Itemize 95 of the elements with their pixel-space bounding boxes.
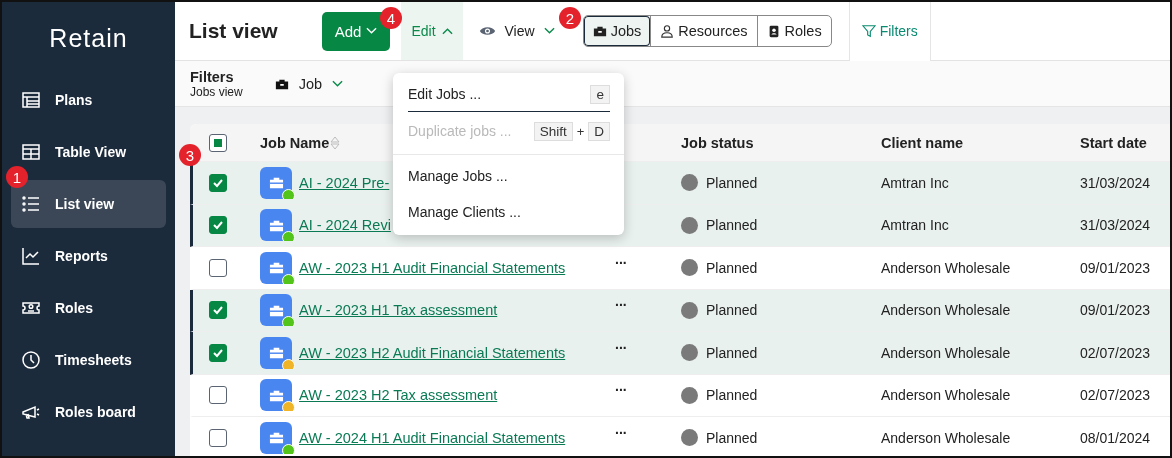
client-name: Amtran Inc	[881, 217, 949, 234]
menu-item[interactable]: Edit Jobs ... e	[408, 77, 610, 112]
status-text: Planned	[706, 259, 758, 276]
job-link[interactable]: AW - 2023 H2 Tax assessment	[299, 387, 498, 404]
row-checkbox[interactable]	[208, 216, 227, 235]
row-checkbox[interactable]	[208, 301, 227, 320]
chevron-icon	[543, 27, 555, 35]
logo: Retain	[49, 23, 128, 54]
clock-icon	[21, 350, 41, 370]
column-header[interactable]: Start date	[1080, 134, 1147, 151]
row-checkbox[interactable]	[208, 386, 227, 405]
filter-icon	[861, 24, 876, 38]
more-menu[interactable]: ...	[615, 293, 627, 310]
chevron-icon	[366, 27, 378, 35]
filters-heading: Filters	[190, 68, 235, 85]
view-toggle-button[interactable]: Resources	[650, 16, 757, 46]
client-name: Anderson Wholesale	[881, 302, 1011, 319]
status-icon	[681, 216, 698, 234]
briefcase-icon	[268, 175, 284, 191]
start-date: 31/03/2024	[1080, 174, 1151, 191]
client-name: Anderson Wholesale	[881, 259, 1011, 276]
briefcase-icon	[268, 345, 284, 361]
edit-menu-button[interactable]: Edit	[401, 2, 463, 60]
job-link[interactable]: AI - 2024 Pre-	[299, 174, 390, 191]
status-icon	[681, 429, 698, 447]
status-icon	[681, 174, 698, 192]
table-icon	[21, 142, 41, 162]
nav-item[interactable]: Plans	[11, 76, 166, 124]
start-date: 31/03/2024	[1080, 217, 1151, 234]
menu-item[interactable]: Manage Jobs ...	[408, 159, 610, 193]
status-icon	[681, 301, 698, 319]
start-date: 08/01/2024	[1080, 429, 1151, 446]
column-header[interactable]: Job status	[681, 134, 754, 151]
start-date: 02/07/2023	[1080, 344, 1151, 361]
nav-item[interactable]: Timesheets	[11, 336, 166, 384]
status-icon	[681, 259, 698, 277]
client-name: Anderson Wholesale	[881, 387, 1011, 404]
check-icon	[211, 304, 224, 317]
more-menu[interactable]: ...	[615, 250, 627, 267]
status-text: Planned	[706, 344, 758, 361]
start-date: 09/01/2023	[1080, 302, 1151, 319]
chevron-icon	[441, 27, 453, 35]
person-icon	[660, 24, 675, 38]
table-row[interactable]: AW - 2023 H1 Tax assessment ... Planned Anderson Wholesale 09/01/2023	[190, 289, 1170, 332]
entity-dropdown[interactable]: Job	[268, 74, 350, 93]
job-link[interactable]: AW - 2023 H1 Audit Financial Statements	[299, 259, 566, 276]
plans-icon	[21, 90, 41, 110]
nav-item[interactable]: Roles	[11, 284, 166, 332]
more-menu[interactable]: ...	[615, 420, 627, 437]
status-text: Planned	[706, 302, 758, 319]
filters-tab[interactable]: Filters	[848, 2, 931, 61]
status-icon	[681, 386, 698, 404]
key-hint: D	[588, 121, 610, 141]
start-date: 09/01/2023	[1080, 259, 1151, 276]
key-hint: e	[590, 84, 610, 104]
start-date: 02/07/2023	[1080, 387, 1151, 404]
briefcase-icon	[592, 24, 607, 38]
chart-icon	[21, 246, 41, 266]
client-name: Amtran Inc	[881, 174, 949, 191]
view-toggle-button[interactable]: Roles	[756, 16, 831, 46]
row-checkbox[interactable]	[208, 428, 227, 447]
status-text: Planned	[706, 429, 758, 446]
more-menu[interactable]: ...	[615, 378, 627, 395]
list-icon	[21, 194, 41, 214]
row-checkbox[interactable]	[208, 343, 227, 362]
callout-badge: 3	[179, 144, 201, 166]
job-link[interactable]: AI - 2024 Revi	[299, 217, 391, 234]
plus-sign: +	[576, 123, 585, 139]
table-row[interactable]: AW - 2023 H2 Audit Financial Statements ... Planned Anderson Wholesale 02/07/2023	[190, 332, 1170, 375]
column-header[interactable]: Job Name	[260, 134, 330, 151]
page-title: List view	[189, 19, 278, 43]
briefcase-icon	[268, 430, 284, 446]
key-hint: Shift	[533, 121, 573, 141]
nav-item[interactable]: Roles board	[11, 388, 166, 436]
status-icon	[681, 344, 698, 362]
row-checkbox[interactable]	[208, 173, 227, 192]
column-header[interactable]: Client name	[881, 134, 964, 151]
status-text: Planned	[706, 174, 758, 191]
job-link[interactable]: AW - 2023 H2 Audit Financial Statements	[299, 344, 566, 361]
chevron-icon	[332, 79, 344, 88]
view-toggle-button[interactable]: Jobs	[583, 16, 651, 46]
more-menu[interactable]: ...	[615, 335, 627, 352]
check-icon	[211, 219, 224, 232]
status-text: Planned	[706, 387, 758, 404]
select-all-checkbox[interactable]	[208, 133, 227, 152]
client-name: Anderson Wholesale	[881, 344, 1011, 361]
status-text: Planned	[706, 217, 758, 234]
job-link[interactable]: AW - 2024 H1 Audit Financial Statements	[299, 429, 566, 446]
eye-icon	[478, 25, 496, 37]
row-checkbox[interactable]	[208, 258, 227, 277]
filters-subtitle: Jobs view	[190, 84, 243, 99]
job-link[interactable]: AW - 2023 H1 Tax assessment	[299, 302, 498, 319]
briefcase-icon	[268, 260, 284, 276]
nav-item[interactable]: Reports	[11, 232, 166, 280]
client-name: Anderson Wholesale	[881, 429, 1011, 446]
